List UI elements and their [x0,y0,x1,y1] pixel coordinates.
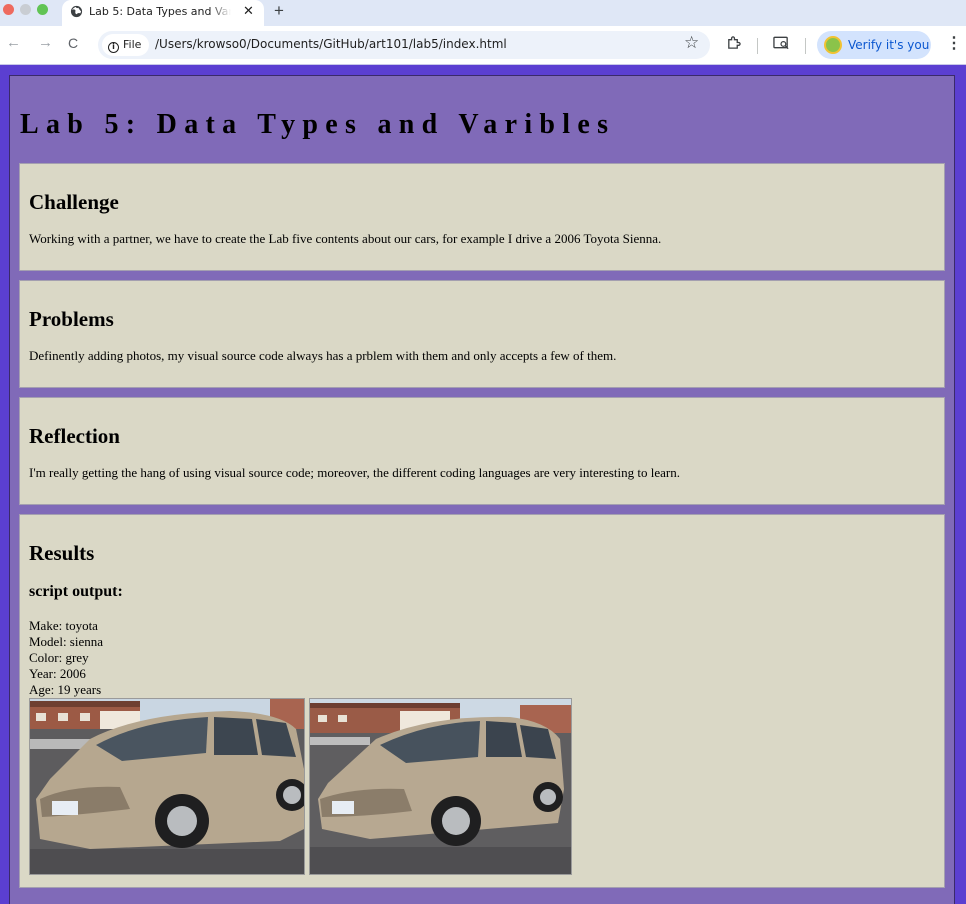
browser-toolbar: ← → C i File /Users/krowso0/Documents/Git… [0,26,966,64]
menu-icon[interactable]: ⋮ [946,34,962,54]
verify-label: Verify it's you [848,38,930,52]
toolbar-divider [757,38,758,54]
page-container: Lab 5: Data Types and Varibles Challenge… [9,75,955,904]
url-text[interactable]: /Users/krowso0/Documents/GitHub/art101/l… [155,37,507,51]
problems-section: Problems Definently adding photos, my vi… [19,280,945,388]
extension-icon[interactable] [726,35,741,50]
site-info-chip[interactable]: i File [102,34,150,56]
verify-profile-button[interactable]: Verify it's you [817,31,931,59]
challenge-section: Challenge Working with a partner, we hav… [19,163,945,271]
script-output-heading: script output: [29,583,123,600]
results-section: Results script output: Make: toyota Mode… [19,514,945,888]
output-line-age: Age: 19 years [29,682,102,697]
avatar-icon [824,36,842,54]
file-chip-label: File [123,38,142,51]
section-text: Definently adding photos, my visual sour… [29,348,617,363]
media-icon[interactable] [773,36,790,50]
section-text: Working with a partner, we have to creat… [29,231,662,246]
close-tab-icon[interactable]: ✕ [243,3,254,19]
car-photo-1 [29,698,305,875]
section-heading: Results [29,541,95,565]
car-photo-2 [309,698,572,875]
minimize-window-button[interactable] [20,4,31,15]
close-window-button[interactable] [3,4,14,15]
output-line-make: Make: toyota [29,618,98,633]
back-arrow-icon[interactable]: ← [6,33,21,53]
active-tab[interactable]: Lab 5: Data Types and Varibles ✕ [62,0,264,26]
page-viewport: Lab 5: Data Types and Varibles Challenge… [0,65,966,904]
forward-arrow-icon[interactable]: → [38,33,53,53]
output-line-model: Model: sienna [29,634,104,649]
tab-strip: Lab 5: Data Types and Varibles ✕ + [0,0,966,26]
tab-title: Lab 5: Data Types and Varibles [89,5,231,18]
output-line-year: Year: 2006 [29,666,86,681]
page-title: Lab 5: Data Types and Varibles [20,109,616,140]
reflection-section: Reflection I'm really getting the hang o… [19,397,945,505]
new-tab-plus-icon[interactable]: + [274,1,284,21]
globe-icon [70,5,83,18]
section-heading: Challenge [29,190,119,214]
toolbar-divider [805,38,806,54]
info-icon: i [108,42,119,53]
reload-icon[interactable]: C [68,33,78,53]
star-icon[interactable]: ☆ [684,33,699,53]
section-heading: Problems [29,307,114,331]
section-heading: Reflection [29,424,120,448]
maximize-window-button[interactable] [37,4,48,15]
address-bar[interactable]: i File /Users/krowso0/Documents/GitHub/ar… [98,31,710,59]
output-line-color: Color: grey [29,650,89,665]
section-text: I'm really getting the hang of using vis… [29,465,681,480]
